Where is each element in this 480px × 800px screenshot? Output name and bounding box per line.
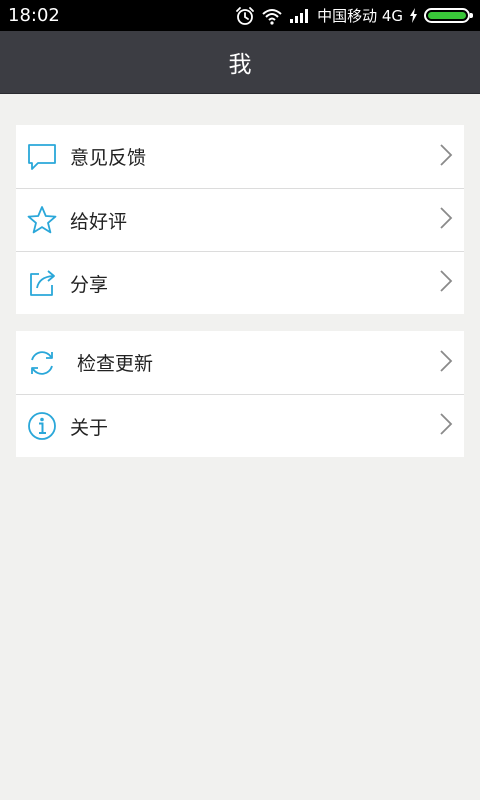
chevron-right-icon	[439, 349, 453, 377]
wifi-icon	[261, 7, 283, 25]
alarm-icon	[235, 6, 255, 26]
rate-label: 给好评	[70, 210, 128, 233]
battery-level	[428, 12, 466, 19]
check-update-label: 检查更新	[77, 353, 154, 375]
chevron-right-icon	[439, 269, 453, 297]
page-title: 我	[228, 52, 252, 78]
chevron-right-icon	[439, 206, 453, 234]
check-update-row[interactable]: 检查更新	[16, 331, 464, 394]
info-icon	[27, 411, 57, 441]
charging-icon	[409, 8, 418, 23]
carrier-label: 中国移动 4G	[317, 7, 403, 25]
feedback-row[interactable]: 意见反馈	[16, 125, 464, 188]
battery-icon	[424, 8, 473, 23]
share-icon	[27, 268, 57, 298]
feedback-label: 意见反馈	[70, 147, 147, 169]
status-time: 18:02	[8, 5, 60, 26]
rate-row[interactable]: 给好评	[16, 188, 464, 251]
about-label: 关于	[70, 416, 109, 439]
chevron-right-icon	[439, 143, 453, 171]
star-icon	[27, 205, 57, 235]
settings-group-1: 意见反馈 给好评 分享	[16, 125, 464, 314]
status-icons: 中国移动 4G	[235, 5, 473, 26]
status-bar: 18:02 中国移动 4G	[0, 0, 480, 31]
feedback-icon	[27, 142, 57, 172]
about-row[interactable]: 关于	[16, 394, 464, 457]
settings-group-2: 检查更新 关于	[16, 331, 464, 457]
share-row[interactable]: 分享	[16, 251, 464, 314]
refresh-icon	[27, 348, 57, 378]
share-label: 分享	[70, 273, 109, 296]
signal-icon	[289, 8, 311, 24]
title-bar: 我	[0, 31, 480, 94]
chevron-right-icon	[439, 412, 453, 440]
